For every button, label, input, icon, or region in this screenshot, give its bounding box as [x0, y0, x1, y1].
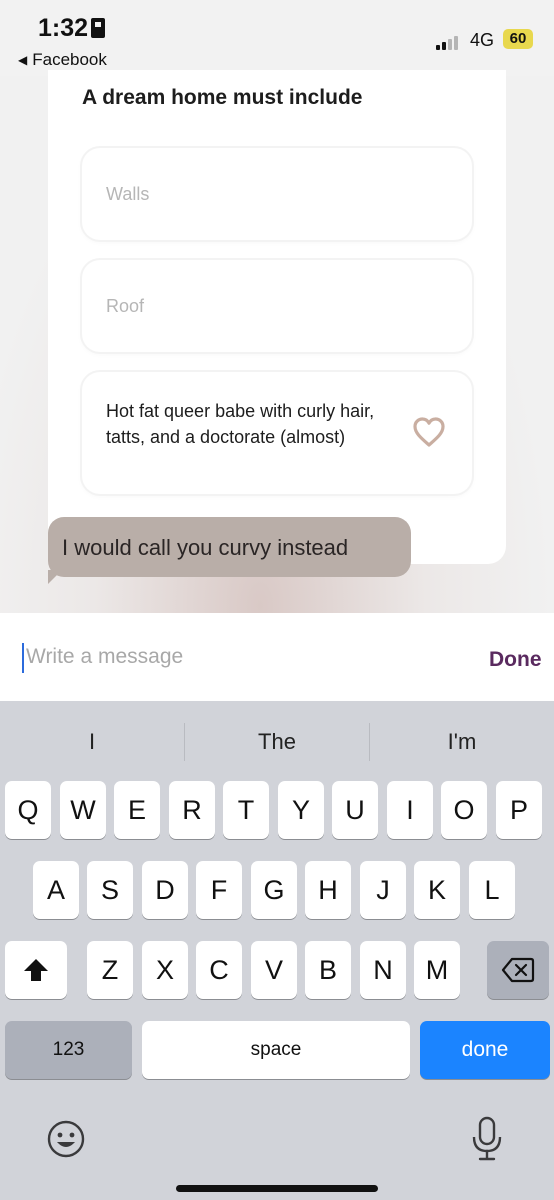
bubble-tail [48, 570, 62, 584]
microphone-icon[interactable] [470, 1115, 504, 1163]
space-key[interactable]: space [142, 1021, 410, 1079]
key-c[interactable]: C [196, 941, 242, 999]
network-type: 4G [470, 30, 495, 50]
message-input[interactable] [26, 645, 426, 669]
option-label: Hot fat queer babe with curly hair, tatt… [106, 401, 375, 447]
prompt-option-answer[interactable]: Hot fat queer babe with curly hair, tatt… [82, 372, 472, 494]
compose-bar: Done [0, 613, 554, 701]
prompt-card: A dream home must include Walls Roof Hot… [48, 70, 506, 564]
prompt-option-roof[interactable]: Roof [82, 260, 472, 352]
key-x[interactable]: X [142, 941, 188, 999]
shift-key[interactable] [5, 941, 67, 999]
key-f[interactable]: F [196, 861, 242, 919]
key-g[interactable]: G [251, 861, 297, 919]
emoji-icon[interactable] [46, 1119, 86, 1159]
key-n[interactable]: N [360, 941, 406, 999]
message-bubble: I would call you curvy instead [48, 517, 411, 577]
key-a[interactable]: A [33, 861, 79, 919]
prompt-title: A dream home must include [82, 86, 363, 109]
cellular-signal-icon [436, 34, 462, 50]
sim-card-icon [91, 18, 105, 38]
home-indicator[interactable] [176, 1185, 378, 1192]
done-button[interactable]: Done [489, 648, 542, 672]
back-app-label: Facebook [32, 50, 107, 69]
back-to-app-link[interactable]: ◀ Facebook [18, 50, 107, 70]
key-z[interactable]: Z [87, 941, 133, 999]
key-s[interactable]: S [87, 861, 133, 919]
key-w[interactable]: W [60, 781, 106, 839]
status-bar: 1:32 ◀ Facebook 4G 60 [0, 0, 554, 76]
key-t[interactable]: T [223, 781, 269, 839]
key-d[interactable]: D [142, 861, 188, 919]
text-cursor [22, 643, 24, 673]
key-h[interactable]: H [305, 861, 351, 919]
suggestion-1[interactable]: I [0, 729, 184, 755]
return-key[interactable]: done [420, 1021, 550, 1079]
suggestion-3[interactable]: I'm [370, 729, 554, 755]
option-label: Roof [106, 296, 145, 316]
key-b[interactable]: B [305, 941, 351, 999]
key-u[interactable]: U [332, 781, 378, 839]
numbers-key[interactable]: 123 [5, 1021, 132, 1079]
back-triangle-icon: ◀ [18, 53, 28, 67]
prompt-option-walls[interactable]: Walls [82, 148, 472, 240]
heart-icon[interactable] [412, 416, 446, 448]
key-k[interactable]: K [414, 861, 460, 919]
key-l[interactable]: L [469, 861, 515, 919]
key-r[interactable]: R [169, 781, 215, 839]
key-i[interactable]: I [387, 781, 433, 839]
keyboard: I The I'm Q W E R T Y U I O P A S D F G … [0, 701, 554, 1200]
suggestion-2[interactable]: The [185, 729, 369, 755]
key-q[interactable]: Q [5, 781, 51, 839]
key-e[interactable]: E [114, 781, 160, 839]
delete-key[interactable] [487, 941, 549, 999]
battery-indicator: 60 [503, 29, 533, 49]
key-m[interactable]: M [414, 941, 460, 999]
key-o[interactable]: O [441, 781, 487, 839]
message-text: I would call you curvy instead [62, 535, 349, 560]
key-p[interactable]: P [496, 781, 542, 839]
shift-icon [24, 959, 48, 981]
backspace-icon [501, 957, 535, 983]
key-v[interactable]: V [251, 941, 297, 999]
option-label: Walls [106, 184, 150, 204]
key-j[interactable]: J [360, 861, 406, 919]
key-y[interactable]: Y [278, 781, 324, 839]
status-time: 1:32 [38, 14, 89, 42]
